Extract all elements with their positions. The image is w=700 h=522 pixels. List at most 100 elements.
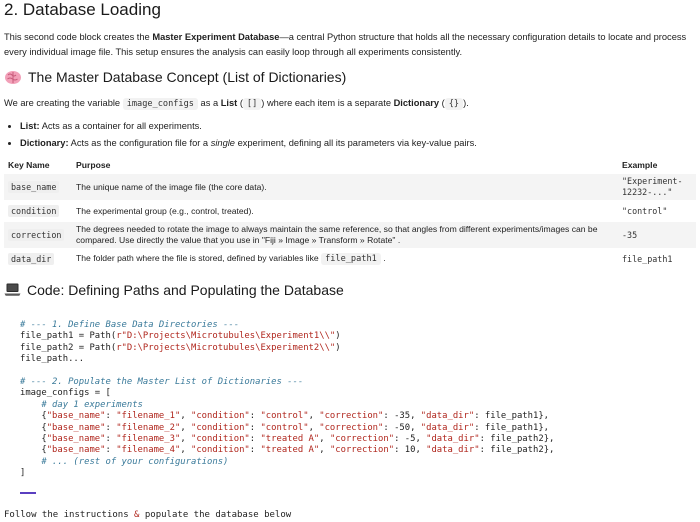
table-cell-key: data_dir	[4, 248, 72, 270]
code-string: "data_dir"	[426, 433, 480, 444]
example-code: "Experiment-12232-..."	[622, 176, 683, 197]
code-string: "treated A"	[260, 433, 320, 444]
inline-code-braces: {}	[444, 98, 464, 110]
example-code: file_path1	[622, 253, 673, 264]
key-code: base_name	[8, 180, 60, 193]
bullet-term: List:	[20, 121, 40, 131]
section-heading: 2. Database Loading	[4, 0, 161, 19]
code-line: {"base_name": "filename_4", "condition":…	[20, 445, 555, 456]
inline-code-brackets: []	[242, 98, 262, 110]
code-string: "filename_2"	[116, 422, 181, 433]
code-line: {"base_name": "filename_1", "condition":…	[20, 411, 550, 422]
code-string: "correction"	[329, 445, 395, 456]
follow-text: Follow the instructions	[4, 510, 135, 520]
code-string: r"D:\Projects\Microtubules\Experiment2\\…	[116, 342, 336, 353]
table-cell-example: "Experiment-12232-..."	[618, 174, 696, 200]
code-line: file_path...	[20, 354, 85, 365]
code-string: "base_name"	[46, 411, 106, 422]
code-string: "control"	[260, 411, 309, 422]
code-string: "data_dir"	[420, 422, 475, 433]
table-cell-example: file_path1	[618, 248, 696, 270]
table-cell-purpose: The experimental group (e.g., control, t…	[76, 205, 254, 216]
key-code: correction	[8, 228, 65, 241]
code-string: "data_dir"	[420, 411, 475, 422]
code-line: {"base_name": "filename_3", "condition":…	[20, 433, 555, 444]
table-row: condition The experimental group (e.g., …	[4, 200, 696, 222]
concept-heading: The Master Database Concept (List of Dic…	[4, 68, 346, 86]
code-text: )	[335, 342, 341, 353]
code-string: "correction"	[329, 433, 395, 444]
table-cell-key: correction	[4, 222, 72, 248]
table-header-row: Key Name Purpose Example	[4, 156, 696, 174]
table-row: base_name The unique name of the image f…	[4, 174, 696, 200]
inline-code-file-path: file_path1	[321, 253, 381, 265]
key-code: condition	[8, 204, 60, 217]
follow-text: populate the database below	[139, 510, 292, 520]
inline-code-image-configs: image_configs	[122, 98, 198, 110]
table-header: Example	[622, 160, 658, 170]
code-text: file_path2 = Path(	[20, 342, 117, 353]
desc-bold-list: List	[220, 98, 238, 108]
code-string: "correction"	[319, 411, 384, 422]
purpose-text: .	[380, 253, 386, 263]
code-string: r"D:\Projects\Microtubules\Experiment1\\…	[116, 331, 336, 342]
intro-text-start: This second code block creates the	[4, 32, 153, 42]
code-string: "condition"	[191, 422, 250, 433]
code-number: -5	[404, 433, 416, 444]
desc-text: (	[439, 98, 445, 108]
table-cell-key: condition	[4, 200, 72, 222]
code-section-heading-text: Code: Defining Paths and Populating the …	[27, 281, 344, 298]
intro-bold-term: Master Experiment Database	[152, 32, 280, 42]
code-number: -50	[394, 422, 411, 433]
code-comment: # day 1 experiments	[20, 399, 143, 410]
code-string: "base_name"	[46, 433, 106, 444]
code-comment: # --- 2. Populate the Master List of Dic…	[20, 376, 304, 387]
bullet-emphasis: single	[210, 138, 235, 148]
code-text: )	[335, 331, 341, 342]
code-string: "condition"	[191, 445, 250, 456]
code-string: "treated A"	[260, 445, 320, 456]
example-code: "control"	[622, 205, 668, 216]
key-table: Key Name Purpose Example base_name The u…	[4, 156, 696, 270]
desc-text: ) where each item is a separate	[261, 98, 394, 108]
code-comment: # --- 1. Define Base Data Directories --…	[20, 320, 240, 330]
table-cell-purpose: The unique name of the image file (the c…	[72, 174, 618, 200]
bullet-text: experiment, defining all its parameters …	[234, 138, 477, 148]
code-string: "condition"	[191, 411, 250, 422]
purpose-text: The folder path where the file is stored…	[76, 253, 322, 263]
follow-instructions: Follow the instructions & populate the d…	[4, 510, 291, 520]
concept-bullet-list: List: Acts as a container for all experi…	[4, 118, 477, 152]
code-section-heading: Code: Defining Paths and Populating the …	[4, 281, 344, 298]
list-item: List: Acts as a container for all experi…	[20, 118, 477, 135]
notebook-page: 2. Database Loading This second code blo…	[0, 0, 700, 522]
code-comment: # ... (rest of your configurations)	[20, 456, 229, 467]
table-row: correction The degrees needed to rotate …	[4, 222, 696, 248]
intro-paragraph: This second code block creates the Maste…	[4, 30, 694, 60]
code-line: file_path2 = Path(r"D:\Projects\Microtub…	[20, 343, 554, 354]
desc-text: We are creating the variable	[4, 98, 123, 108]
table-header: Key Name	[8, 160, 50, 170]
code-line: file_path1 = Path(r"D:\Projects\Microtub…	[20, 331, 554, 342]
key-code: data_dir	[8, 252, 55, 265]
desc-bold-dictionary: Dictionary	[393, 98, 440, 108]
desc-text: as a	[197, 98, 221, 108]
code-string: "base_name"	[46, 445, 106, 456]
table-cell-key: base_name	[4, 174, 72, 200]
code-string: "condition"	[191, 433, 250, 444]
concept-heading-text: The Master Database Concept (List of Dic…	[28, 69, 347, 85]
table-header: Purpose	[76, 160, 111, 170]
desc-text: ).	[463, 98, 469, 108]
code-string: "base_name"	[46, 422, 106, 433]
concept-description: We are creating the variable image_confi…	[4, 96, 469, 111]
bullet-text: Acts as a container for all experiments.	[39, 121, 202, 131]
table-row: data_dir The folder path where the file …	[4, 248, 696, 270]
list-item: Dictionary: Acts as the configuration fi…	[20, 135, 477, 152]
code-string: "filename_4"	[116, 445, 181, 456]
code-string: "data_dir"	[426, 445, 480, 456]
code-identifier: file_path2	[490, 433, 544, 444]
bullet-term: Dictionary:	[20, 138, 69, 148]
example-code: -35	[622, 229, 638, 240]
bullet-text: Acts as the configuration file for a	[68, 138, 211, 148]
code-string: "filename_1"	[116, 411, 181, 422]
